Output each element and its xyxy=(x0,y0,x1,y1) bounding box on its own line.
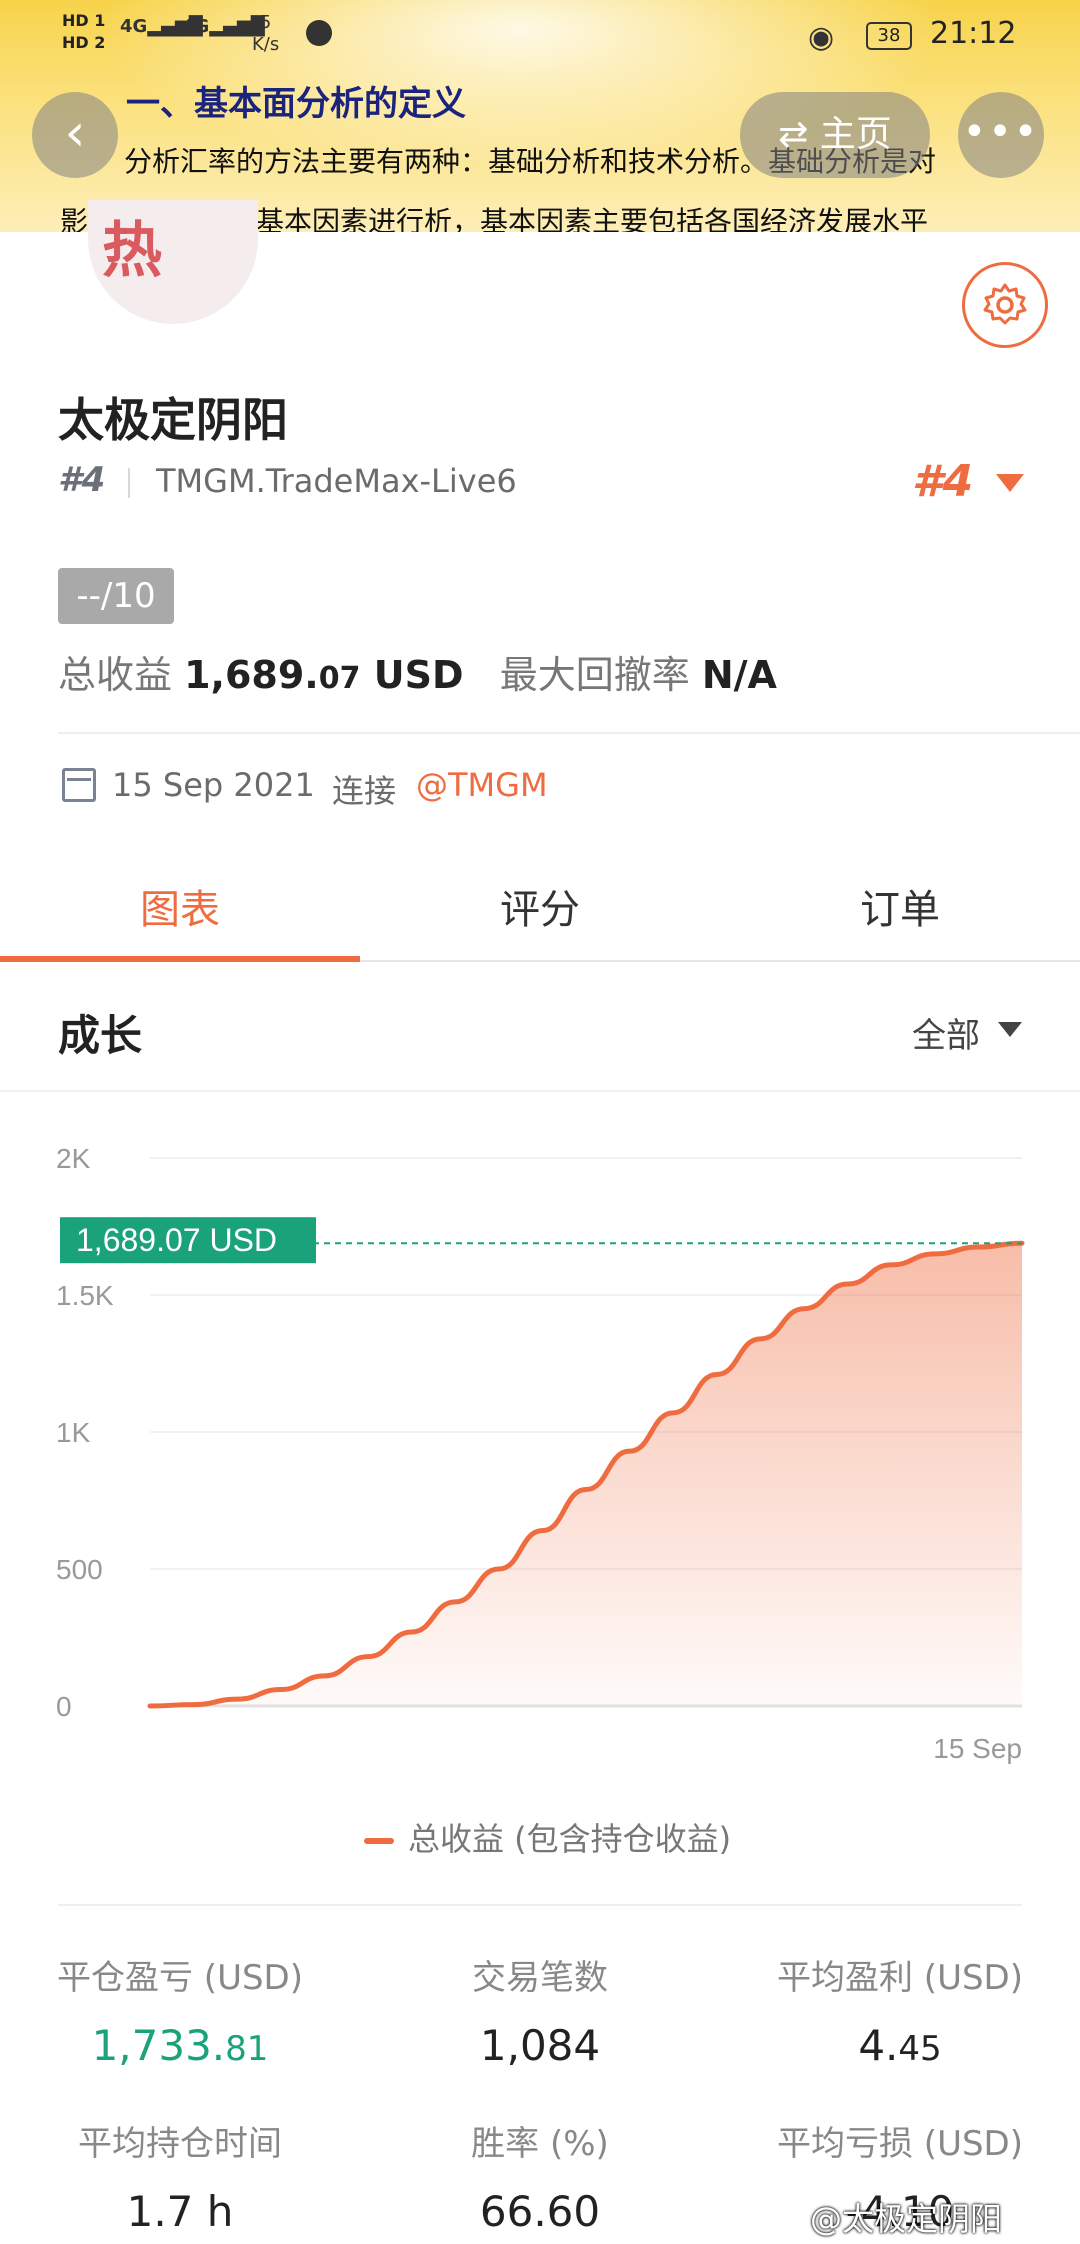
score-badge: --/10 xyxy=(58,568,174,624)
y-tick-label: 0 xyxy=(56,1691,72,1722)
growth-header: 成长 全部 xyxy=(0,962,1080,1092)
max-drawdown-label: 最大回撤率 xyxy=(499,653,690,697)
x-tick-label: 15 Sep xyxy=(933,1733,1022,1764)
stat-label: 平仓盈亏 (USD) xyxy=(57,1958,303,1998)
y-tick-label: 1.5K xyxy=(56,1280,114,1311)
connect-date: 15 Sep 2021 xyxy=(112,766,315,804)
stat-label: 胜率 (%) xyxy=(471,2124,609,2164)
max-drawdown-value: N/A xyxy=(701,653,777,697)
total-profit-value: 1,689.07 USD xyxy=(184,653,464,697)
stat-trade-count: 交易笔数 1,084 xyxy=(360,1950,720,2070)
caret-down-icon[interactable] xyxy=(998,1022,1022,1037)
sim-indicator: HD 1 HD 2 xyxy=(62,10,105,54)
status-bar: HD 1 HD 2 4G▂▄▆█ 4G▂▄▆█ 5 K/s ◉ 38 21:12 xyxy=(0,0,1080,72)
y-tick-label: 1K xyxy=(56,1417,91,1448)
rank-label: #4 xyxy=(58,460,106,500)
avatar[interactable]: 热 xyxy=(88,200,258,324)
section-title: 成长 xyxy=(58,1011,143,1060)
legend-label: 总收益 (包含持仓收益) xyxy=(408,1820,732,1858)
stat-label: 平均亏损 (USD) xyxy=(777,2124,1023,2164)
avatar-art: 热 xyxy=(102,216,162,286)
legend-swatch xyxy=(364,1838,394,1844)
stat-label: 平均持仓时间 xyxy=(78,2124,282,2164)
back-button[interactable]: ‹ xyxy=(32,92,118,178)
article-heading: 一、基本面分析的定义 xyxy=(126,84,466,124)
trader-name: 太极定阴阳 xyxy=(58,393,288,447)
stat-closed-pnl: 平仓盈亏 (USD) 1,733.81 xyxy=(0,1950,360,2070)
tab-orders[interactable]: 订单 xyxy=(720,866,1080,960)
watermark: @太极定阴阳 xyxy=(810,2200,1003,2238)
stat-value: 1.7 h xyxy=(126,2187,234,2236)
sim1-label: HD 1 xyxy=(62,11,106,30)
chart-legend[interactable]: 总收益 (包含持仓收益) xyxy=(364,1814,731,1860)
divider xyxy=(128,468,130,498)
range-select[interactable]: 全部 xyxy=(912,1008,980,1057)
series-area xyxy=(150,1243,1022,1706)
stat-win-rate: 胜率 (%) 66.60 xyxy=(360,2116,720,2236)
rank-dropdown[interactable]: #4 xyxy=(912,456,973,507)
more-button[interactable]: ••• xyxy=(958,92,1044,178)
connect-label: 连接 xyxy=(332,772,397,810)
total-profit-label: 总收益 xyxy=(58,653,173,697)
stat-value: 66.60 xyxy=(479,2187,601,2236)
tab-chart[interactable]: 图表 xyxy=(0,866,360,962)
calendar-icon xyxy=(62,768,96,802)
stat-label: 交易笔数 xyxy=(472,1958,608,1998)
stat-value: 1,733.81 xyxy=(91,2021,269,2070)
current-value-label: 1,689.07 USD xyxy=(76,1222,277,1258)
battery-icon: 38 xyxy=(866,22,912,50)
divider xyxy=(58,732,1080,734)
y-tick-label: 2K xyxy=(56,1143,91,1174)
network-speed: 5 K/s xyxy=(252,12,280,55)
divider xyxy=(58,1904,1022,1906)
server-name: TMGM.TradeMax-Live6 xyxy=(156,462,517,500)
stat-value: 1,084 xyxy=(479,2021,601,2070)
growth-chart[interactable]: 0 500 1K 1.5K 2K 1,689.07 USD 15 Sep xyxy=(0,1092,1080,1792)
broker-link[interactable]: @TMGM xyxy=(416,766,548,804)
stat-label: 平均盈利 (USD) xyxy=(777,1958,1023,1998)
home-button[interactable]: ⇄ 主页 xyxy=(740,92,930,178)
stat-avg-hold-time: 平均持仓时间 1.7 h xyxy=(0,2116,360,2236)
sim2-label: HD 2 xyxy=(62,33,106,52)
gear-icon xyxy=(983,283,1027,325)
tab-bar: 图表 评分 订单 xyxy=(0,866,1080,962)
stat-avg-profit: 平均盈利 (USD) 4.45 xyxy=(720,1950,1080,2070)
settings-button[interactable] xyxy=(962,262,1048,348)
profit-summary: 总收益 1,689.07 USD 最大回撤率 N/A xyxy=(58,644,777,699)
more-dots-icon: ••• xyxy=(962,109,1040,155)
vpn-shield-icon xyxy=(306,20,332,46)
caret-down-icon[interactable] xyxy=(996,474,1024,492)
y-tick-label: 500 xyxy=(56,1554,103,1585)
tab-rating[interactable]: 评分 xyxy=(360,866,720,960)
clock: 21:12 xyxy=(930,16,1017,51)
eye-comfort-icon: ◉ xyxy=(808,20,835,55)
stat-value: 4.45 xyxy=(858,2021,942,2070)
chevron-left-icon: ‹ xyxy=(64,103,86,163)
